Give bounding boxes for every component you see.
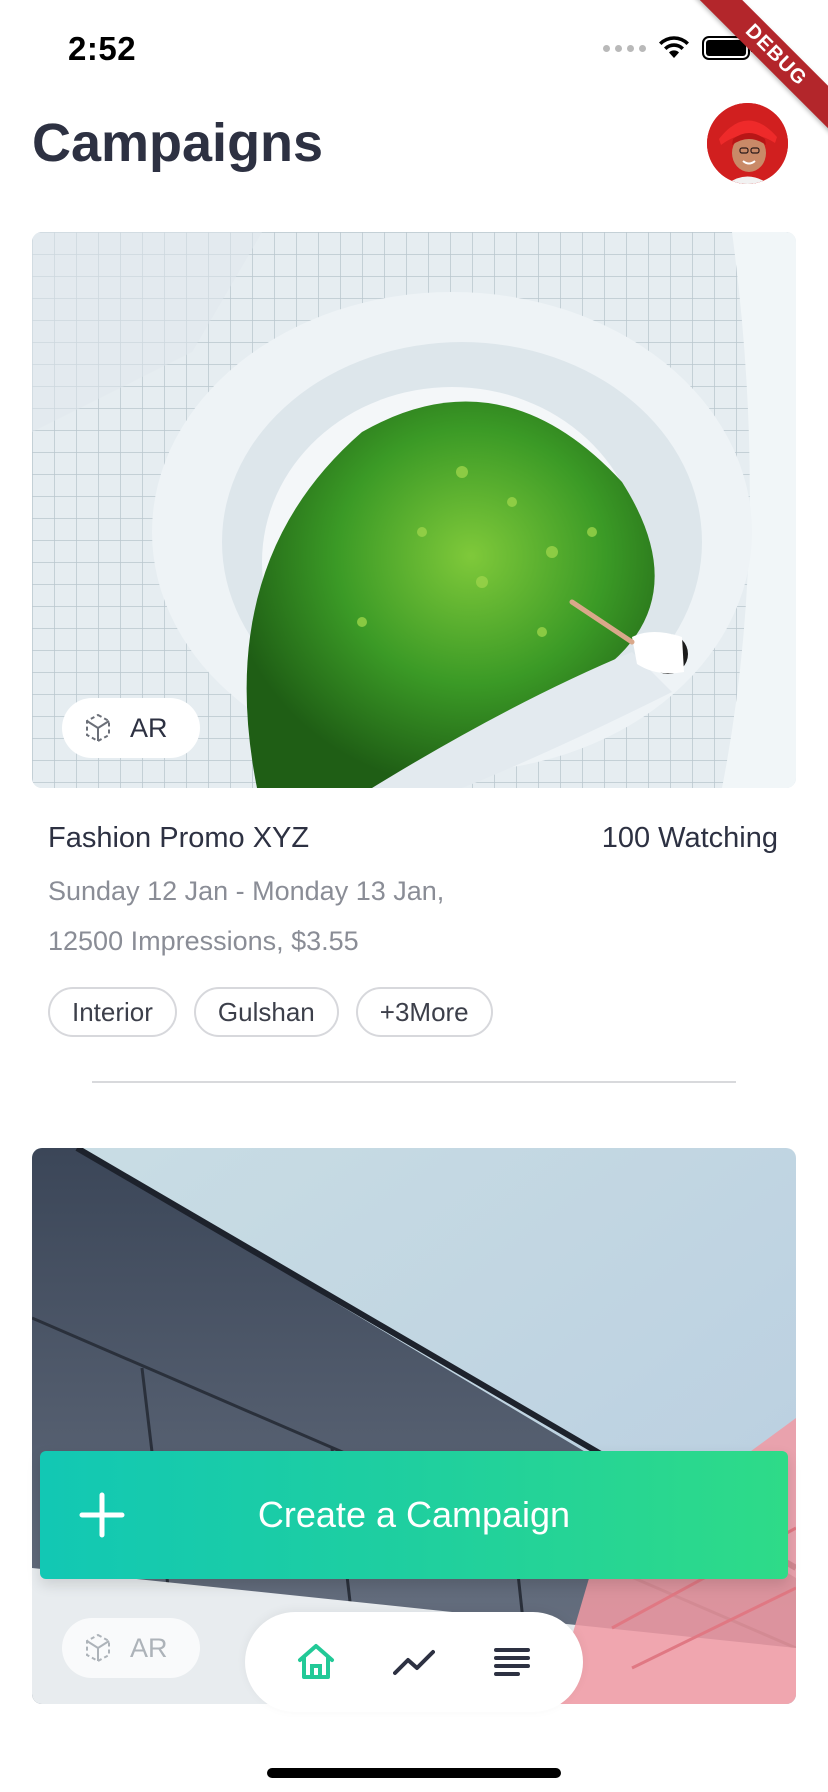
create-campaign-label: Create a Campaign bbox=[257, 1494, 571, 1535]
status-bar: 2:52 bbox=[0, 0, 828, 100]
ar-badge[interactable]: AR bbox=[62, 1618, 200, 1678]
nav-analytics[interactable] bbox=[390, 1638, 438, 1686]
create-campaign-button[interactable]: Create a Campaign bbox=[40, 1451, 788, 1579]
tag-chip[interactable]: Interior bbox=[48, 987, 177, 1037]
trend-icon bbox=[393, 1650, 435, 1675]
campaign-title[interactable]: Fashion Promo XYZ bbox=[48, 822, 309, 855]
avatar[interactable] bbox=[707, 103, 788, 184]
watching-count: 100 Watching bbox=[601, 822, 778, 854]
wifi-icon bbox=[659, 36, 689, 58]
ar-badge[interactable]: AR bbox=[62, 698, 200, 758]
ar-label: AR bbox=[130, 712, 168, 743]
status-time: 2:52 bbox=[68, 30, 137, 67]
tag-list: Interior Gulshan +3More bbox=[48, 987, 493, 1037]
ar-cube-icon bbox=[86, 1633, 110, 1663]
nav-list[interactable] bbox=[488, 1638, 536, 1686]
ar-label: AR bbox=[130, 1632, 168, 1663]
home-icon bbox=[298, 1644, 334, 1679]
divider bbox=[92, 1081, 736, 1083]
tag-chip[interactable]: Gulshan bbox=[193, 987, 339, 1037]
status-indicators bbox=[603, 36, 754, 60]
bottom-nav bbox=[245, 1612, 583, 1712]
cellular-signal-icon bbox=[603, 44, 646, 52]
more-tags-chip[interactable]: +3More bbox=[355, 987, 493, 1037]
ar-cube-icon bbox=[86, 713, 110, 743]
campaign-stats: 12500 Impressions, $3.55 bbox=[48, 926, 359, 956]
page-title: Campaigns bbox=[32, 113, 324, 173]
nav-home[interactable] bbox=[292, 1638, 340, 1686]
home-indicator[interactable] bbox=[267, 1768, 561, 1778]
campaign-card-image[interactable]: AR bbox=[32, 232, 796, 788]
list-icon bbox=[494, 1648, 530, 1676]
campaign-dates: Sunday 12 Jan - Monday 13 Jan, bbox=[48, 876, 445, 906]
plus-icon bbox=[79, 1492, 125, 1538]
